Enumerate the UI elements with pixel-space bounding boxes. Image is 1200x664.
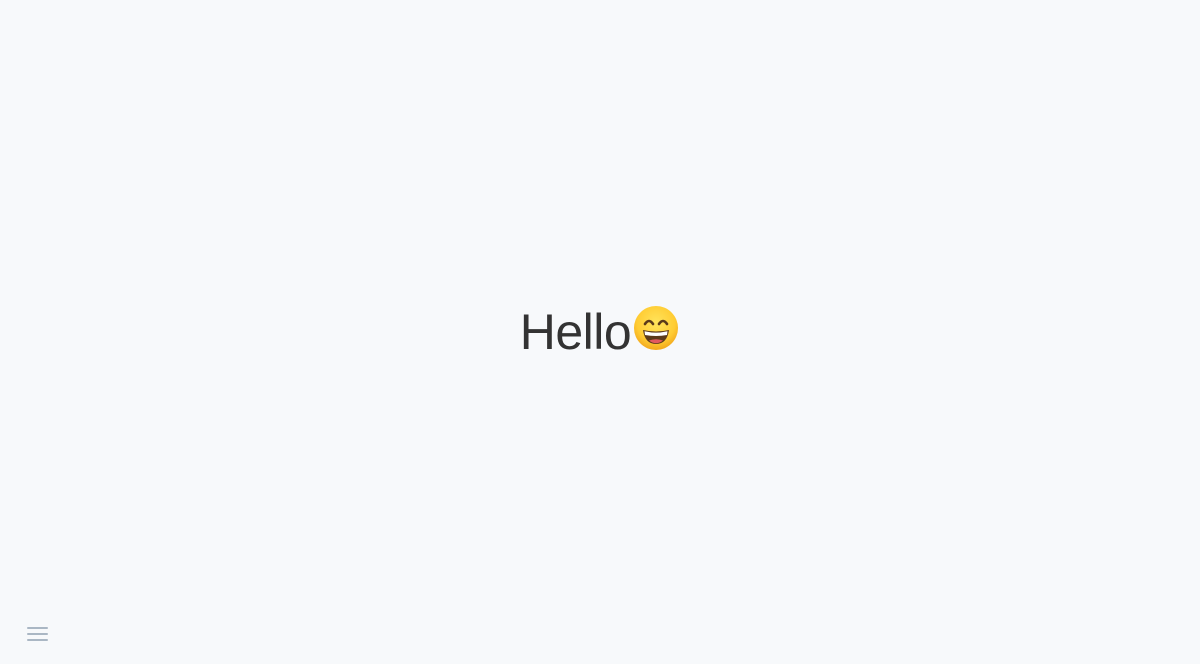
greeting-text: Hello — [519, 304, 632, 360]
grinning-face-icon — [632, 304, 680, 352]
page: Hello — [0, 0, 1200, 664]
hamburger-menu-icon — [27, 627, 48, 641]
greeting: Hello — [0, 300, 1200, 364]
menu-button[interactable] — [24, 622, 52, 646]
